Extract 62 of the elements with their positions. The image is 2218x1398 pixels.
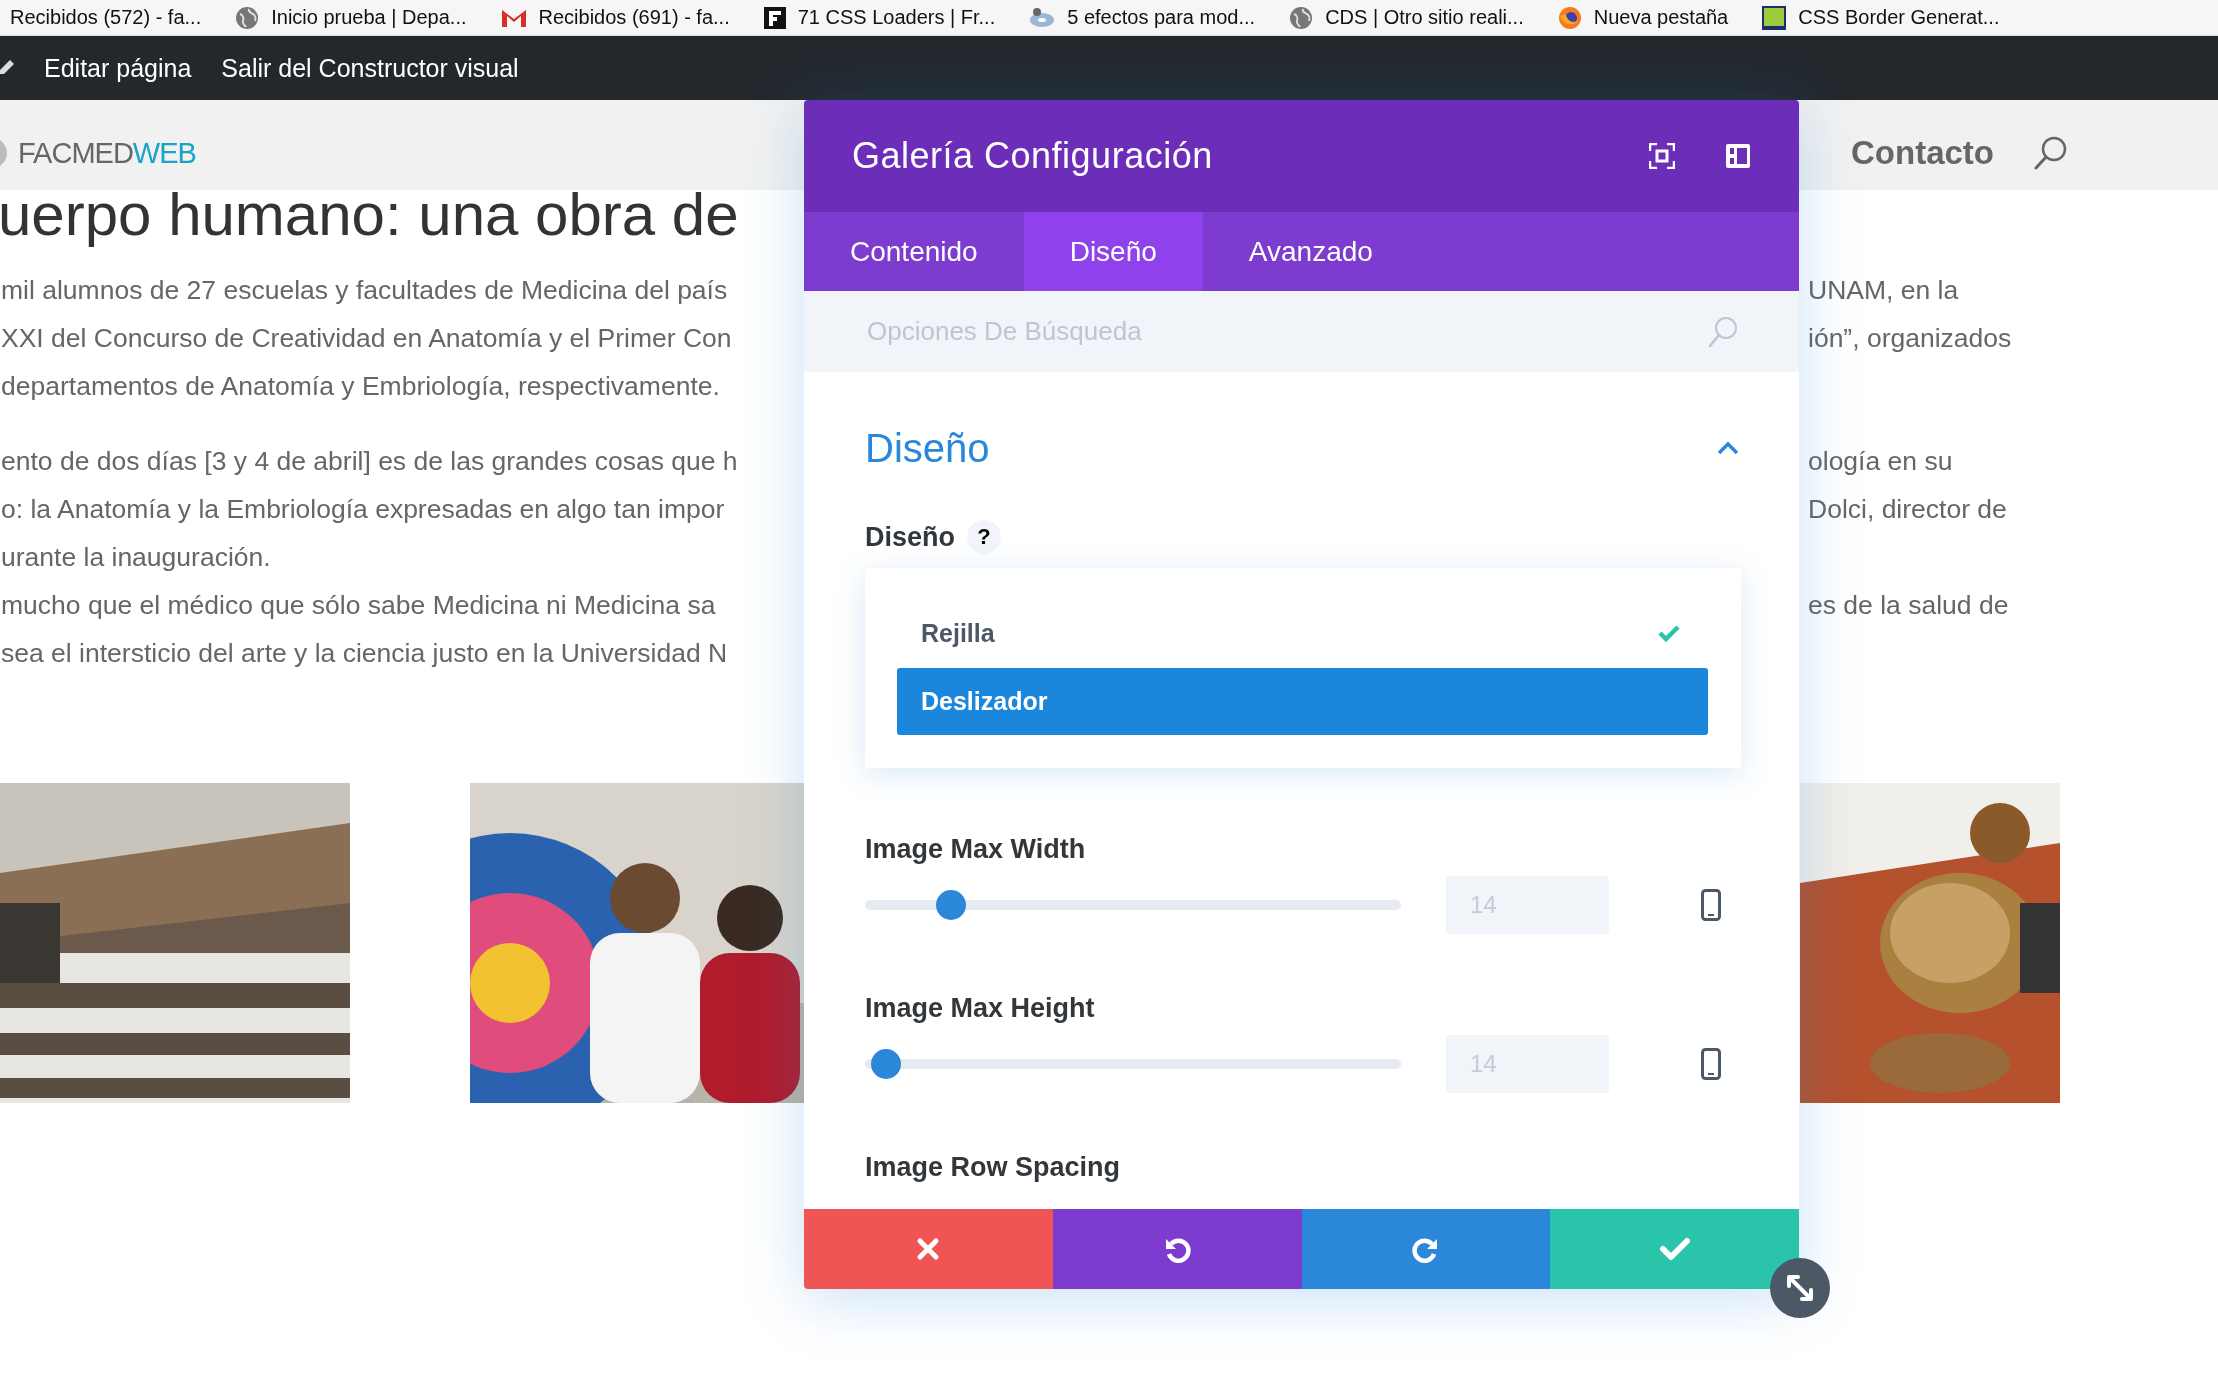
- paragraph-line: ión”, organizados: [1807, 322, 2013, 355]
- admin-bar-link[interactable]: Editar página: [44, 53, 192, 83]
- redo-icon: [1411, 1235, 1440, 1263]
- paragraph-line: UNAM, en la: [1807, 274, 1960, 307]
- square-icon: [763, 6, 786, 29]
- tab[interactable]: Diseño: [1023, 212, 1203, 291]
- site-logo[interactable]: FACMEDWEB: [18, 136, 196, 170]
- close-icon: [916, 1237, 941, 1261]
- paragraph-line: ento de dos días [3 y 4 de abril] es de las grandes cosas que h: [0, 445, 739, 478]
- help-button[interactable]: ?: [967, 520, 1002, 554]
- bookmark-link[interactable]: Inicio prueba | Depa...: [235, 5, 467, 30]
- resize-button[interactable]: [1770, 1258, 1830, 1318]
- slider[interactable]: [865, 1049, 1401, 1079]
- sidebar-button[interactable]: [1725, 143, 1751, 169]
- browser-icon: [1557, 5, 1582, 30]
- field-label: Diseño: [865, 521, 956, 553]
- dropdown-option[interactable]: Rejilla: [897, 600, 1708, 666]
- square-icon: [1762, 5, 1787, 30]
- search-icon[interactable]: [2034, 135, 2068, 171]
- slider[interactable]: [865, 890, 1401, 920]
- paragraph-line: departamentos de Anatomía y Embriología, respectivamente.: [0, 370, 721, 403]
- paragraph-line: o: la Anatomía y la Embriología expresadas en algo tan impor: [0, 493, 726, 526]
- admin-bar-link[interactable]: Salir del Constructor visual: [221, 53, 519, 83]
- globe-icon: [1289, 5, 1314, 30]
- dropdown-option[interactable]: Deslizador: [897, 668, 1708, 735]
- bookmark-link[interactable]: 5 efectos para mod...: [1029, 6, 1256, 29]
- paragraph-line: urante la inauguración.: [0, 541, 272, 574]
- paragraph-line: mucho que el médico que sólo sabe Medicina ni Medicina sa: [0, 589, 717, 622]
- paragraph-line: XXI del Concurso de Creatividad en Anatomía y el Primer Con: [0, 322, 733, 355]
- fullscreen-button[interactable]: [1649, 143, 1675, 169]
- modal-title: Galería Configuración: [852, 135, 1214, 177]
- resize-icon: [1785, 1273, 1815, 1303]
- tab[interactable]: Avanzado: [1202, 212, 1419, 291]
- bookmark-link[interactable]: 71 CSS Loaders | Fr...: [763, 6, 996, 29]
- slider-thumb[interactable]: [935, 890, 966, 920]
- bookmark-link[interactable]: CSS Border Generat...: [1762, 5, 2000, 30]
- phone-icon[interactable]: [1701, 1048, 1721, 1080]
- bookmark-link[interactable]: Recibidos (572) - fa...: [10, 6, 202, 29]
- field-label: Image Max Height: [865, 992, 1095, 1024]
- chevron-icon[interactable]: [1716, 440, 1740, 456]
- bookmark-link[interactable]: CDS | Otro sitio reali...: [1289, 5, 1524, 30]
- undo-icon: [1163, 1235, 1192, 1263]
- paragraph-line: mil alumnos de 27 escuelas y facultades de Medicina del país: [0, 274, 729, 307]
- bookmark-link[interactable]: Recibidos (691) - fa...: [500, 6, 730, 29]
- disk-icon: [1029, 6, 1056, 29]
- paragraph-line: es de la salud de: [1807, 589, 2010, 622]
- paragraph-line: Dolci, director de: [1807, 493, 2008, 526]
- slider-thumb[interactable]: [871, 1049, 902, 1079]
- nav-link[interactable]: Contacto: [1851, 134, 1994, 172]
- paragraph-line: ología en su: [1807, 445, 1954, 478]
- tab[interactable]: Contenido: [804, 212, 1024, 291]
- check-icon: [1659, 1237, 1690, 1261]
- envelope-icon: [500, 7, 527, 28]
- article-heading: uerpo humano: una obra de: [0, 182, 740, 248]
- phone-icon[interactable]: [1701, 889, 1721, 921]
- field-label: Image Max Width: [865, 833, 1086, 865]
- field-label: Image Row Spacing: [865, 1151, 1121, 1183]
- globe-icon: [235, 5, 260, 30]
- bookmark-link[interactable]: Nueva pestaña: [1557, 5, 1729, 30]
- save-button[interactable]: [1550, 1209, 1799, 1289]
- paragraph-line: sea el intersticio del arte y la ciencia justo en la Universidad N: [0, 637, 729, 670]
- section-title[interactable]: Diseño: [865, 425, 990, 471]
